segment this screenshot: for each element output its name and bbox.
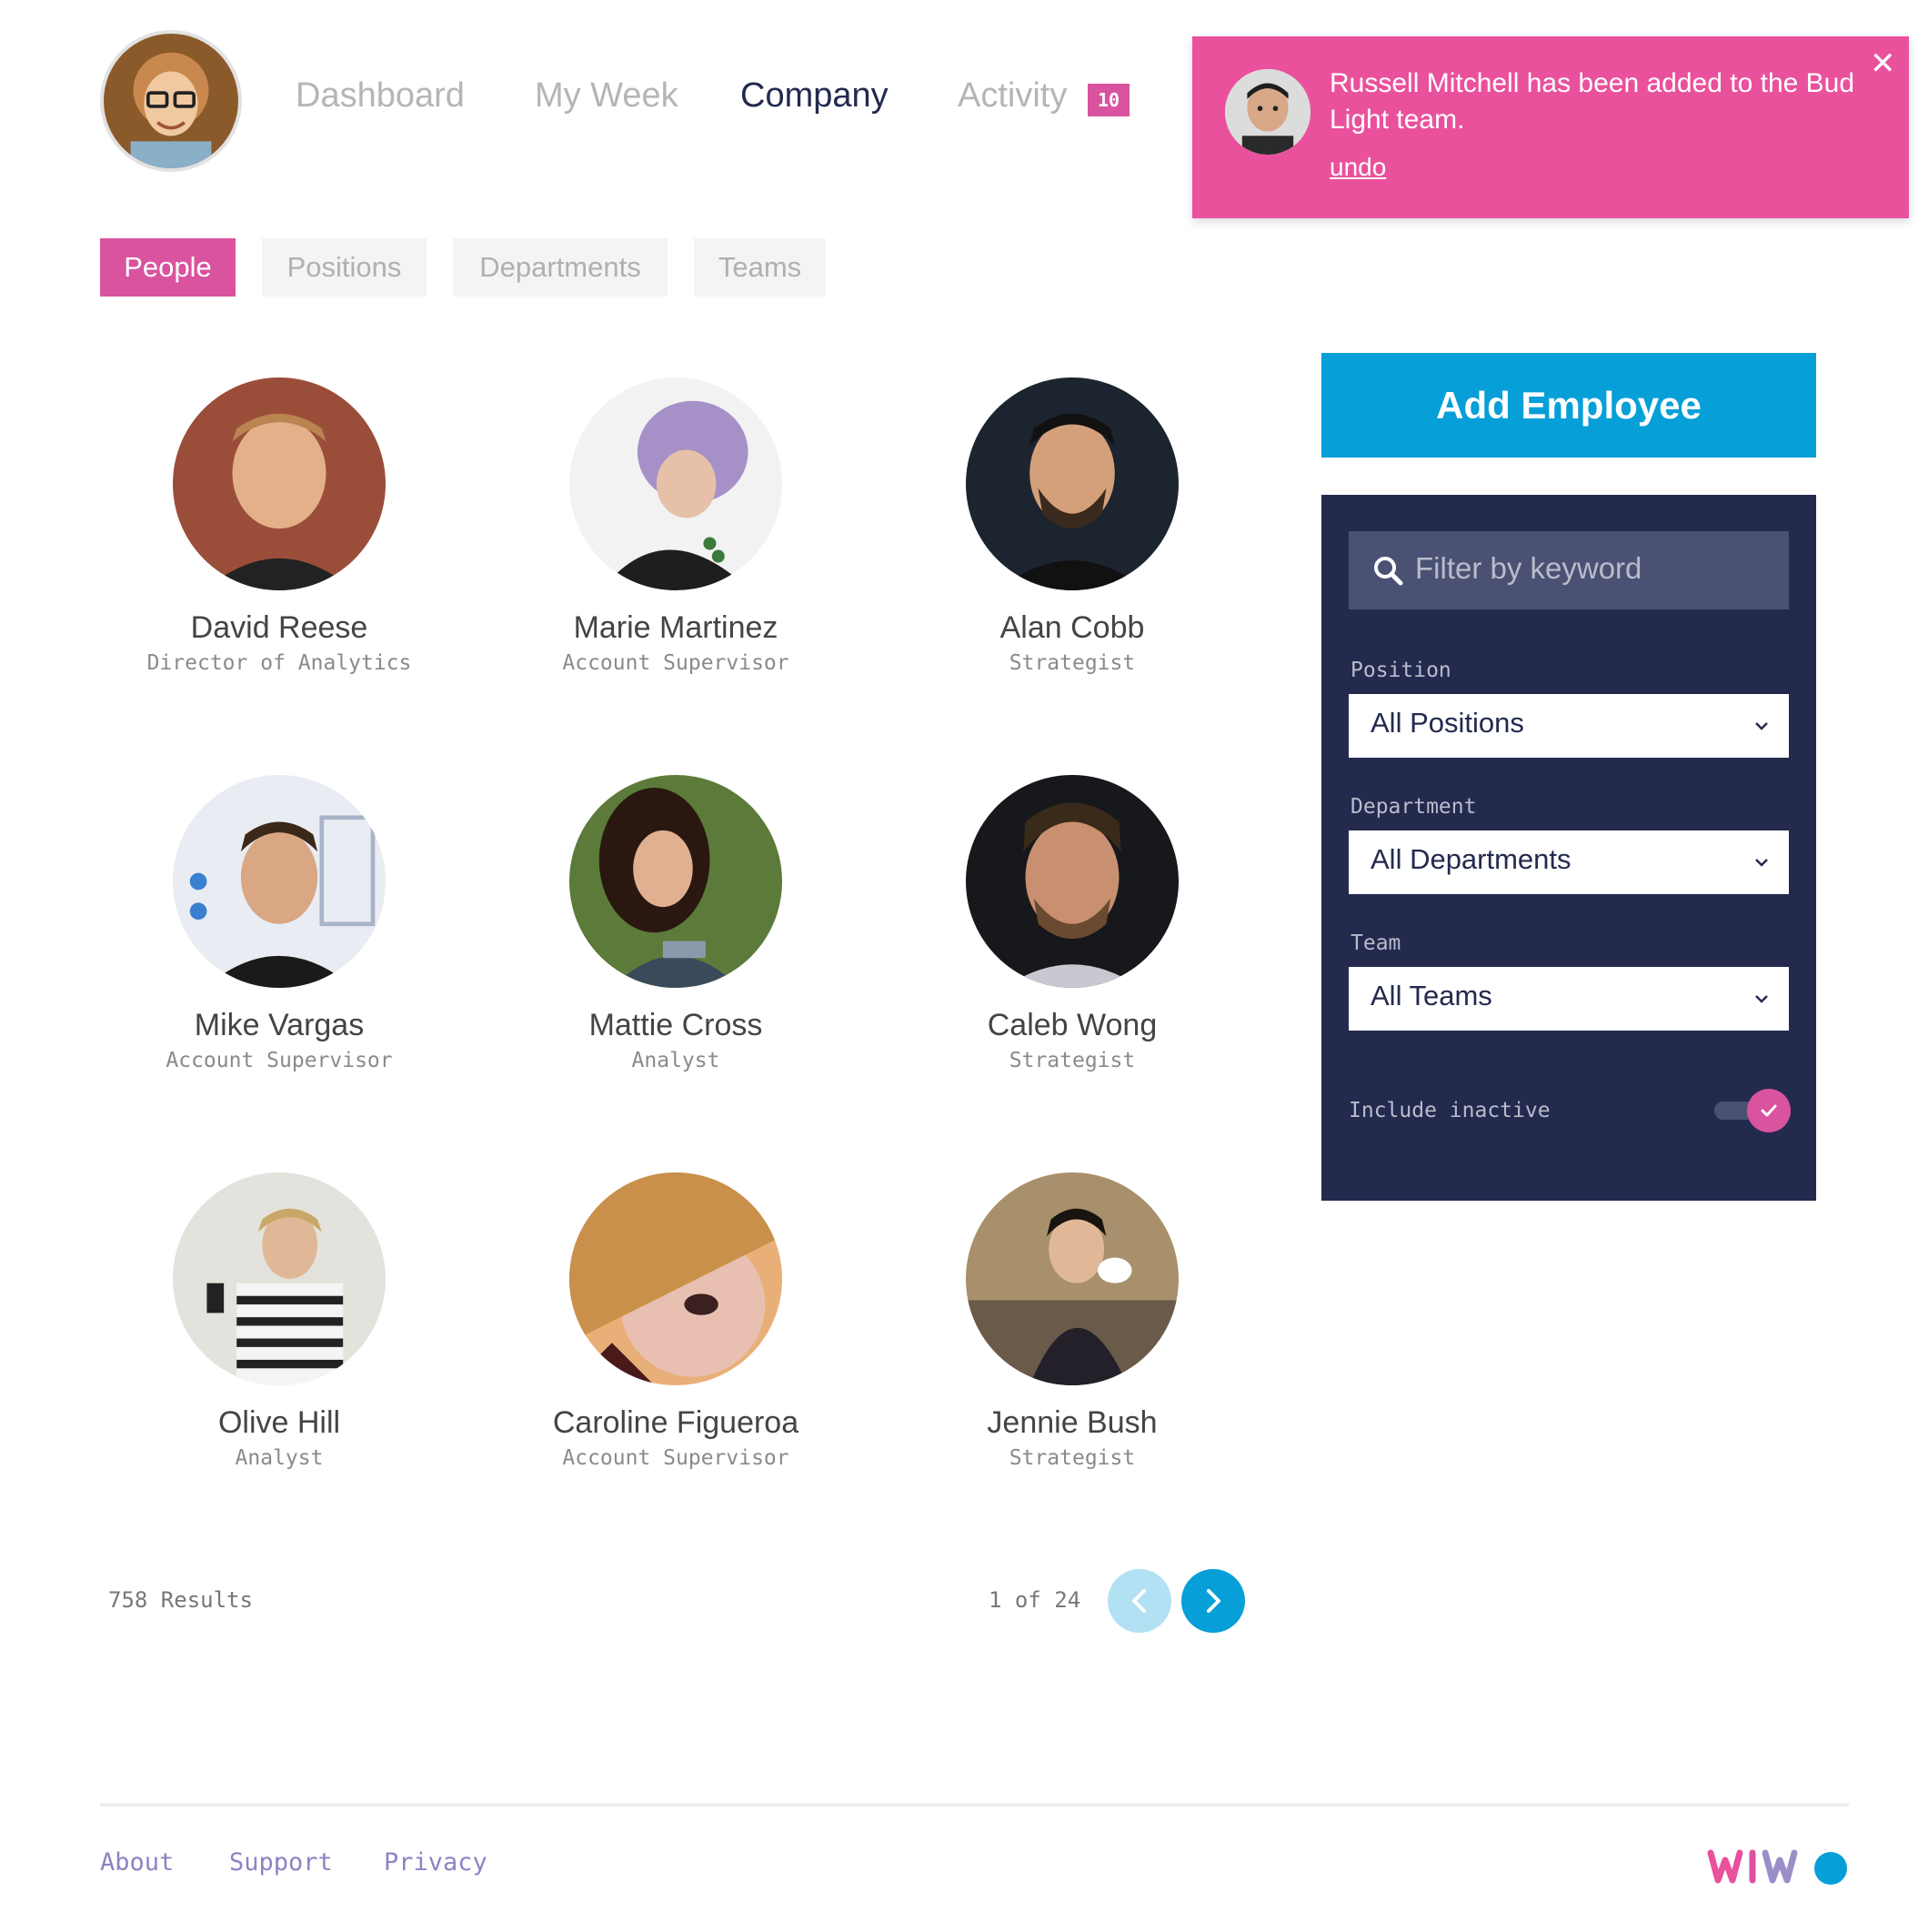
results-count: 758 Results <box>108 1587 253 1613</box>
person-photo <box>569 775 782 988</box>
person-name: Caleb Wong <box>987 1008 1158 1042</box>
team-select[interactable]: All Teams <box>1349 967 1789 1031</box>
search-input[interactable]: Filter by keyword <box>1349 531 1789 609</box>
next-page-button[interactable] <box>1181 1569 1245 1633</box>
person-role: Strategist <box>1009 1049 1136 1072</box>
user-avatar[interactable] <box>100 30 242 172</box>
person-name: Mike Vargas <box>194 1008 365 1042</box>
person-role: Analyst <box>235 1446 324 1470</box>
checkmark-icon <box>1761 1104 1777 1117</box>
person-card[interactable]: Mattie Cross Analyst <box>512 775 839 1072</box>
toast-avatar <box>1225 69 1310 155</box>
person-card[interactable]: Mike Vargas Account Supervisor <box>115 775 443 1072</box>
nav-my-week[interactable]: My Week <box>535 76 678 116</box>
activity-count-badge: 10 <box>1088 84 1130 116</box>
person-name: Caroline Figueroa <box>552 1405 799 1440</box>
include-inactive-label: Include inactive <box>1349 1099 1551 1122</box>
position-label: Position <box>1351 659 1451 682</box>
person-name: Mattie Cross <box>588 1008 763 1042</box>
person-role: Analyst <box>631 1049 720 1072</box>
person-name: Jennie Bush <box>987 1405 1158 1440</box>
person-photo <box>173 377 386 590</box>
person-card[interactable]: Caleb Wong Strategist <box>909 775 1236 1072</box>
chevron-right-icon <box>1181 1569 1245 1633</box>
footer-link-support[interactable]: Support <box>229 1848 333 1877</box>
person-card[interactable]: Caroline Figueroa Account Supervisor <box>512 1172 839 1470</box>
person-name: Alan Cobb <box>999 610 1145 645</box>
chevron-left-icon <box>1108 1569 1171 1633</box>
add-employee-button[interactable]: Add Employee <box>1321 353 1816 458</box>
tab-teams[interactable]: Teams <box>694 238 826 297</box>
person-name: Olive Hill <box>217 1405 341 1440</box>
person-card[interactable]: David Reese Director of Analytics <box>115 377 443 675</box>
person-card[interactable]: Jennie Bush Strategist <box>909 1172 1236 1470</box>
department-label: Department <box>1351 795 1477 819</box>
nav-activity[interactable]: Activity <box>958 76 1067 116</box>
department-value: All Departments <box>1371 843 1572 875</box>
toggle-knob <box>1747 1089 1791 1132</box>
toast-message: Russell Mitchell has been added to the B… <box>1330 68 1855 135</box>
person-name: Marie Martinez <box>573 610 778 645</box>
chevron-down-icon <box>1755 995 1768 1003</box>
chevron-down-icon <box>1755 859 1768 867</box>
team-value: All Teams <box>1371 980 1492 1011</box>
person-photo <box>966 377 1179 590</box>
footer-link-privacy[interactable]: Privacy <box>384 1848 487 1877</box>
footer-divider <box>100 1803 1849 1806</box>
tab-positions[interactable]: Positions <box>262 238 427 297</box>
close-icon[interactable]: ✕ <box>1870 45 1896 82</box>
person-photo <box>966 1172 1179 1385</box>
person-photo <box>569 1172 782 1385</box>
person-photo <box>173 1172 386 1385</box>
person-card[interactable]: Alan Cobb Strategist <box>909 377 1236 675</box>
person-photo <box>966 775 1179 988</box>
tab-people[interactable]: People <box>100 238 236 297</box>
notification-toast: Russell Mitchell has been added to the B… <box>1192 36 1909 218</box>
department-select[interactable]: All Departments <box>1349 830 1789 894</box>
person-role: Account Supervisor <box>562 1446 789 1470</box>
person-card[interactable]: Marie Martinez Account Supervisor <box>512 377 839 675</box>
tab-departments[interactable]: Departments <box>453 238 668 297</box>
wiwo-logo[interactable] <box>1707 1844 1849 1889</box>
filter-panel: Filter by keyword Position All Positions… <box>1321 495 1816 1201</box>
person-role: Director of Analytics <box>146 651 412 675</box>
position-select[interactable]: All Positions <box>1349 694 1789 758</box>
page-indicator: 1 of 24 <box>989 1587 1081 1613</box>
include-inactive-toggle[interactable] <box>1712 1089 1794 1132</box>
nav-company[interactable]: Company <box>740 76 889 116</box>
search-icon <box>1374 557 1403 586</box>
team-label: Team <box>1351 931 1401 955</box>
person-role: Account Supervisor <box>166 1049 393 1072</box>
prev-page-button[interactable] <box>1108 1569 1171 1633</box>
person-role: Strategist <box>1009 651 1136 675</box>
person-role: Account Supervisor <box>562 651 789 675</box>
chevron-down-icon <box>1755 722 1768 730</box>
person-name: David Reese <box>190 610 368 645</box>
person-photo <box>173 775 386 988</box>
person-role: Strategist <box>1009 1446 1136 1470</box>
toast-undo-link[interactable]: undo <box>1330 153 1386 182</box>
nav-dashboard[interactable]: Dashboard <box>296 76 465 116</box>
person-card[interactable]: Olive Hill Analyst <box>115 1172 443 1470</box>
position-value: All Positions <box>1371 707 1524 739</box>
footer-link-about[interactable]: About <box>100 1848 174 1877</box>
person-photo <box>569 377 782 590</box>
search-placeholder: Filter by keyword <box>1415 551 1642 585</box>
